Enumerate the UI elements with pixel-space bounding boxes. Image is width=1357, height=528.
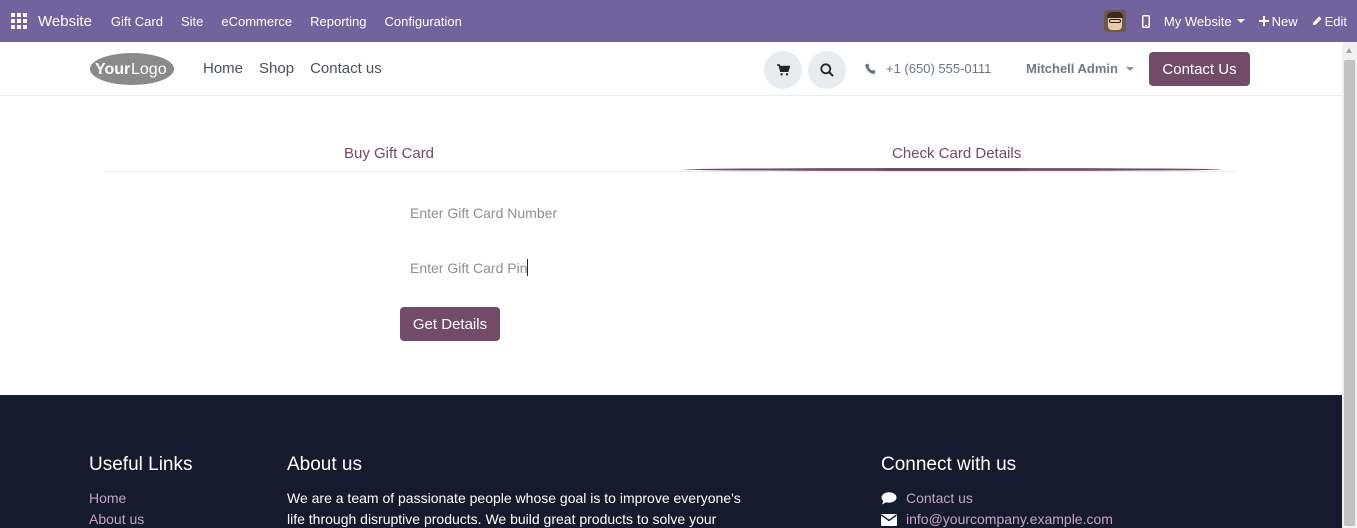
user-name: Mitchell Admin [1026,61,1118,76]
comment-icon [881,492,897,505]
phone-number: +1 (650) 555-0111 [886,61,992,76]
footer-link-home[interactable]: Home [89,488,193,509]
pencil-icon [1312,16,1322,25]
footer-contact-link[interactable]: Contact us [881,488,1113,509]
get-details-button[interactable]: Get Details [400,307,500,341]
envelope-icon [881,513,897,526]
menu-item-ecommerce[interactable]: eCommerce [212,14,301,29]
admin-menu: Gift Card Site eCommerce Reporting Confi… [102,14,471,29]
apps-menu-icon[interactable] [0,0,38,42]
connect-title: Connect with us [881,454,1017,475]
phone-contact[interactable]: +1 (650) 555-0111 [865,61,991,76]
menu-item-configuration[interactable]: Configuration [376,14,471,29]
cart-icon [776,64,790,76]
chevron-down-icon [1236,19,1245,23]
contact-us-button[interactable]: Contact Us [1149,52,1250,86]
footer-about: About us We are a team of passionate peo… [287,454,757,528]
mobile-preview-icon[interactable] [1141,14,1150,28]
nav-shop[interactable]: Shop [259,60,294,77]
main-nav: Home Shop Contact us [203,60,382,77]
logo-text-logo: Logo [131,61,167,78]
company-logo[interactable]: Your Logo [89,51,175,87]
menu-item-reporting[interactable]: Reporting [301,14,375,29]
nav-contact-us[interactable]: Contact us [310,60,382,77]
menu-item-site[interactable]: Site [172,14,212,29]
tab-buy-gift-card[interactable]: Buy Gift Card [344,145,434,162]
gift-card-pin-input[interactable] [402,253,702,283]
footer-link-about-us[interactable]: About us [89,509,193,528]
edit-button[interactable]: Edit [1312,14,1347,29]
site-footer: Useful Links Home About us About us We a… [0,395,1342,528]
admin-right-controls: My Website New Edit [1103,0,1357,42]
admin-navbar: Website Gift Card Site eCommerce Reporti… [0,0,1357,42]
footer-email-label: info@yourcompany.example.com [906,511,1113,527]
my-website-label: My Website [1163,13,1232,29]
tab-check-card-details[interactable]: Check Card Details [892,145,1021,162]
nav-home[interactable]: Home [203,60,243,77]
user-menu[interactable]: Mitchell Admin [1026,61,1134,76]
gift-card-tabs: Buy Gift Card Check Card Details [104,140,1236,172]
footer-email-link[interactable]: info@yourcompany.example.com [881,509,1113,528]
new-button[interactable]: New [1258,13,1298,29]
app-name[interactable]: Website [38,13,92,30]
site-header: Your Logo Home Shop Contact us +1 (650) … [0,42,1342,96]
gift-card-number-input[interactable] [402,198,702,228]
search-button[interactable] [808,51,846,89]
scroll-up-arrow[interactable] [1346,48,1352,53]
scrollbar-thumb[interactable] [1344,60,1355,526]
footer-connect: Connect with us Contact us info@yourcomp… [881,454,1113,528]
menu-item-gift-card[interactable]: Gift Card [102,14,172,29]
logo-text-your: Your [95,61,130,78]
about-title: About us [287,454,362,475]
search-icon [820,63,834,77]
user-avatar[interactable] [1103,10,1126,32]
phone-icon [865,63,876,74]
footer-contact-label: Contact us [906,490,973,506]
footer-useful-links: Useful Links Home About us [89,454,193,528]
active-tab-indicator [684,168,1222,171]
edit-label: Edit [1324,13,1347,29]
my-website-dropdown[interactable]: My Website [1164,14,1245,29]
page-scrollbar[interactable] [1342,42,1357,528]
about-text: We are a team of passionate people whose… [287,490,741,527]
plus-icon [1258,16,1269,26]
useful-links-title: Useful Links [89,454,193,475]
text-cursor [527,259,528,276]
cart-button[interactable] [764,51,802,89]
new-label: New [1271,13,1298,29]
chevron-down-icon [1125,66,1134,71]
